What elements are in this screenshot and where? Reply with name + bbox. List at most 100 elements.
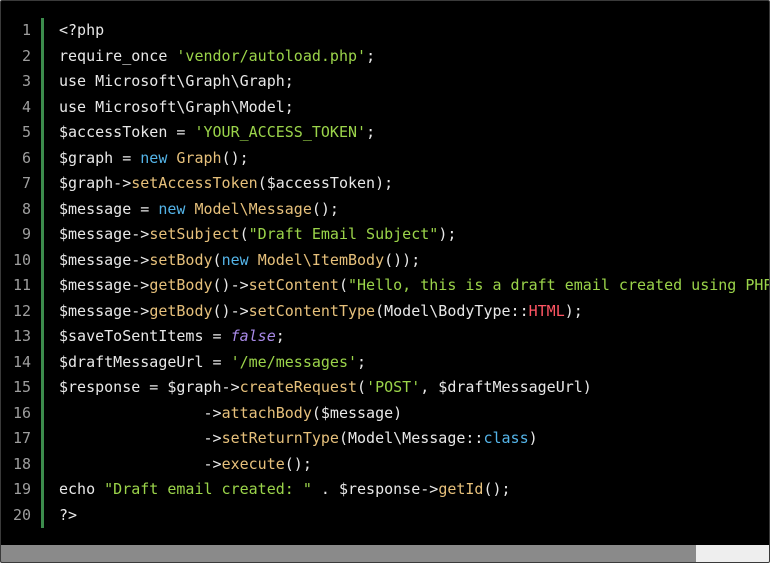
code-line: ?> [59, 503, 769, 529]
code-token: ; [366, 123, 376, 141]
code-token: '/me/messages' [230, 352, 358, 371]
code-token: getBody [149, 301, 213, 320]
line-number: 7 [21, 174, 31, 192]
line-number: 9 [21, 225, 31, 243]
code-line: $graph->setAccessToken($accessToken); [59, 171, 769, 197]
code-line: $accessToken = 'YOUR_ACCESS_TOKEN'; [59, 120, 769, 146]
code-token: ); [438, 225, 457, 243]
code-token: setContentType [248, 301, 376, 320]
code-token: ; [366, 46, 376, 65]
code-line: use Microsoft\Graph\Graph; [59, 69, 769, 95]
code-token: $message = [59, 199, 159, 218]
code-line: require_once 'vendor/autoload.php'; [59, 44, 769, 70]
code-token: $draftMessageUrl = [59, 352, 231, 371]
code-token: setSubject [149, 225, 240, 243]
code-token: ( [212, 250, 222, 269]
code-token: getBody [149, 276, 213, 294]
line-number: 11 [12, 276, 31, 294]
line-number: 12 [12, 301, 31, 320]
code-token: Model\ItemBody [257, 250, 385, 269]
code-token: Model\Message [194, 199, 312, 218]
code-token: ; [275, 327, 285, 345]
code-token: ( [239, 225, 249, 243]
code-line: $message->setSubject("Draft Email Subjec… [59, 222, 769, 248]
code-line: $graph = new Graph(); [59, 146, 769, 172]
code-token: (); [284, 454, 312, 473]
code-token: false [230, 327, 276, 345]
gutter-divider [41, 18, 44, 528]
code-token: 'YOUR_ACCESS_TOKEN' [194, 123, 367, 141]
code-token: $graph-> [59, 174, 132, 192]
code-line: echo "Draft email created: " . $response… [59, 477, 769, 503]
line-number: 17 [12, 429, 31, 447]
line-number-gutter: 1 2 3 4 5 6 7 8 9 10 11 12 13 14 15 16 17 18 19 20 [1, 18, 41, 528]
code-token: "Hello, this is a draft email created us… [348, 276, 769, 294]
code-token: $message-> [59, 225, 150, 243]
code-token: ?> [59, 505, 78, 524]
code-block: 1 2 3 4 5 6 7 8 9 10 11 12 13 14 15 16 17 18 19 20 <?php req… [0, 0, 770, 563]
code-token: use Microsoft\Graph\Model; [59, 97, 294, 116]
code-token: "Draft email created: " [104, 480, 312, 498]
code-token: attachBody [221, 403, 312, 422]
code-token: new [140, 148, 177, 167]
code-token: . $response-> [311, 480, 439, 498]
line-number: 16 [12, 403, 31, 422]
code-token: execute [221, 454, 285, 473]
code-token: (); [311, 199, 339, 218]
code-token: ($accessToken); [257, 174, 394, 192]
code-line: ->setReturnType(Model\Message::class) [59, 426, 769, 452]
code-line: ->attachBody($message) [59, 401, 769, 427]
code-token: ; [357, 352, 367, 371]
code-token: new [158, 199, 195, 218]
code-token: ($message) [311, 403, 403, 422]
code-token: echo [59, 480, 105, 498]
code-token: ()-> [212, 276, 249, 294]
code-token: $message-> [59, 276, 150, 294]
code-line: $message->setBody(new Model\ItemBody()); [59, 248, 769, 274]
code-token: (Model\Message:: [338, 429, 484, 447]
code-token: setContent [248, 276, 339, 294]
code-token: use Microsoft\Graph\Graph; [59, 72, 294, 90]
code-token: 'POST' [366, 378, 421, 396]
line-number: 3 [21, 72, 31, 90]
horizontal-scrollbar[interactable] [1, 545, 769, 562]
code-token: $saveToSentItems = [59, 327, 231, 345]
line-number: 2 [21, 46, 31, 65]
line-number: 15 [12, 378, 31, 396]
code-token: "Draft Email Subject" [248, 225, 439, 243]
line-number: 19 [12, 480, 31, 498]
scrollbar-track-end[interactable] [696, 545, 769, 562]
code-token: $accessToken = [59, 123, 195, 141]
code-token: (); [483, 480, 511, 498]
code-token: (); [221, 148, 249, 167]
code-line: $message->getBody()->setContentType(Mode… [59, 299, 769, 325]
line-number: 10 [12, 250, 31, 269]
code-token: , $draftMessageUrl) [420, 378, 592, 396]
code-token: <?php [59, 21, 105, 39]
code-token: setReturnType [221, 429, 339, 447]
code-token: -> [59, 403, 222, 422]
code-token: ); [564, 301, 583, 320]
code-token: Graph [176, 148, 222, 167]
code-token: getId [438, 480, 484, 498]
line-number: 4 [21, 97, 31, 116]
code-content[interactable]: <?php require_once 'vendor/autoload.php';… [59, 18, 769, 528]
code-token: setBody [149, 250, 213, 269]
code-token: $message-> [59, 301, 150, 320]
code-token: $message-> [59, 250, 150, 269]
code-token: (Model\BodyType:: [375, 301, 529, 320]
line-number: 14 [12, 352, 31, 371]
line-number: 5 [21, 123, 31, 141]
code-token: $response = $graph-> [59, 378, 240, 396]
code-token: ( [338, 276, 348, 294]
code-token: createRequest [239, 378, 358, 396]
code-line: ->execute(); [59, 452, 769, 478]
code-token: ) [528, 429, 538, 447]
code-token: class [483, 429, 529, 447]
code-token: 'vendor/autoload.php' [176, 46, 367, 65]
code-token: require_once [59, 46, 177, 65]
code-line: $response = $graph->createRequest('POST'… [59, 375, 769, 401]
line-number: 1 [21, 21, 31, 39]
code-token: ( [357, 378, 367, 396]
code-token: ()); [384, 250, 421, 269]
